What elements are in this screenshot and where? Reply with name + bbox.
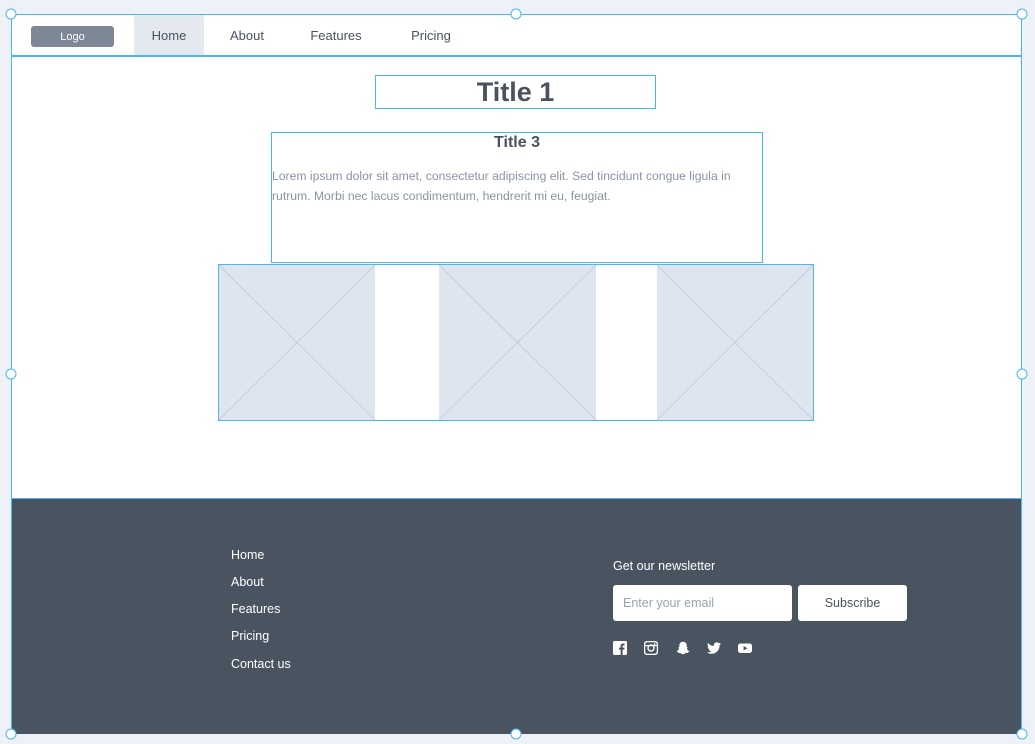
nav-item-pricing[interactable]: Pricing xyxy=(398,15,464,55)
page-frame[interactable]: Logo Home About Features Pricing Title 1… xyxy=(11,14,1022,734)
email-input[interactable] xyxy=(613,585,792,621)
nav-item-about[interactable]: About xyxy=(212,15,282,55)
youtube-icon[interactable] xyxy=(738,641,752,655)
subscribe-button[interactable]: Subscribe xyxy=(798,585,907,621)
resize-handle[interactable] xyxy=(510,728,522,740)
page-title[interactable]: Title 1 xyxy=(375,75,656,109)
text-block[interactable]: Title 3 Lorem ipsum dolor sit amet, cons… xyxy=(271,132,763,263)
image-placeholder xyxy=(439,265,596,420)
resize-handle[interactable] xyxy=(5,8,17,20)
image-placeholder xyxy=(657,265,813,420)
section-title: Title 3 xyxy=(494,134,540,151)
twitter-icon[interactable] xyxy=(707,641,721,655)
logo[interactable]: Logo xyxy=(31,26,114,47)
snapchat-icon[interactable] xyxy=(676,641,690,655)
instagram-icon[interactable] xyxy=(644,641,658,655)
image-placeholder xyxy=(219,265,375,420)
resize-handle[interactable] xyxy=(5,728,17,740)
footer-link-features[interactable]: Features xyxy=(231,602,280,616)
footer: Home About Features Pricing Contact us G… xyxy=(12,498,1021,734)
resize-handle[interactable] xyxy=(1016,368,1028,380)
navbar: Logo Home About Features Pricing xyxy=(12,15,1021,57)
footer-link-home[interactable]: Home xyxy=(231,548,264,562)
resize-handle[interactable] xyxy=(1016,728,1028,740)
resize-handle[interactable] xyxy=(1016,8,1028,20)
resize-handle[interactable] xyxy=(5,368,17,380)
facebook-icon[interactable] xyxy=(613,641,627,655)
newsletter-title: Get our newsletter xyxy=(613,559,716,573)
footer-link-contact[interactable]: Contact us xyxy=(231,657,291,671)
footer-link-pricing[interactable]: Pricing xyxy=(231,629,269,643)
body-text: Lorem ipsum dolor sit amet, consectetur … xyxy=(272,169,731,203)
image-gallery[interactable] xyxy=(218,264,814,421)
nav-item-features[interactable]: Features xyxy=(298,15,374,55)
footer-link-about[interactable]: About xyxy=(231,575,264,589)
nav-item-home[interactable]: Home xyxy=(134,15,204,55)
resize-handle[interactable] xyxy=(510,8,522,20)
